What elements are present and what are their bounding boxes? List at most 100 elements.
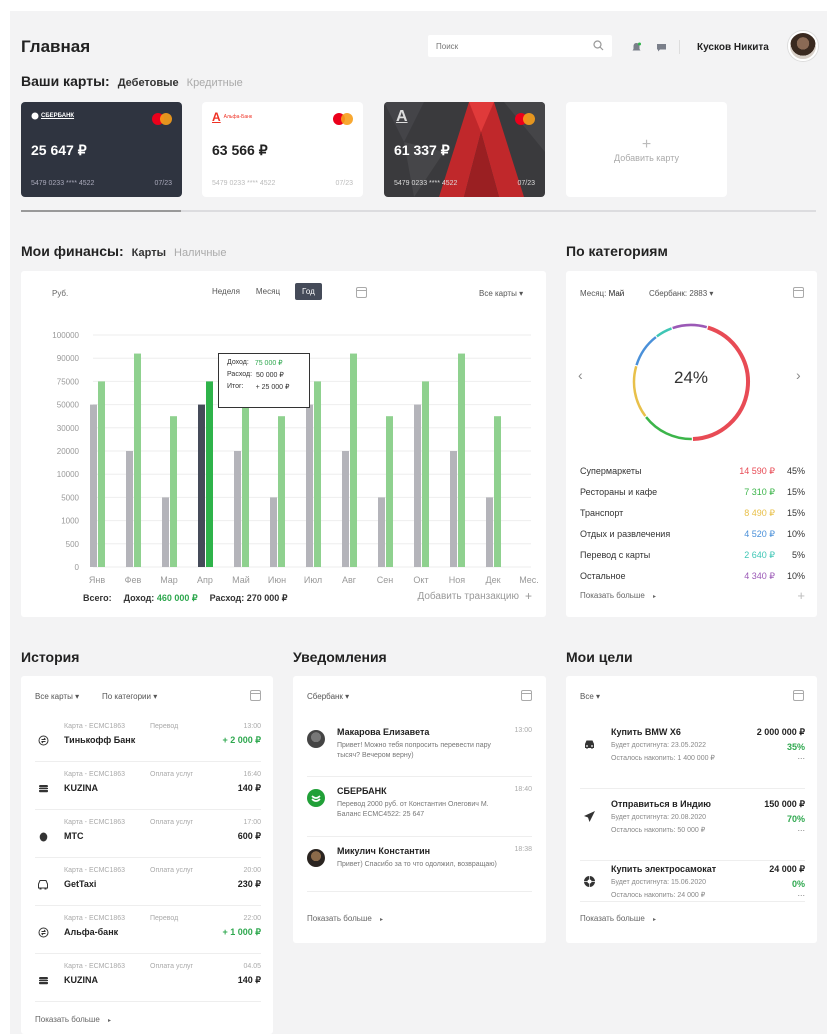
- calendar-icon[interactable]: [521, 690, 532, 701]
- notification-item[interactable]: Макарова Елизавета Привет! Можно тебя по…: [307, 727, 532, 777]
- goals-title: Мои цели: [566, 649, 633, 665]
- history-item[interactable]: Карта - ЕСМС1863 Перевод 22:00 Альфа-банк + …: [35, 910, 261, 954]
- tab-cash[interactable]: Наличные: [174, 247, 226, 259]
- category-row[interactable]: Отдых и развлечения 4 520 ₽ 10%: [580, 529, 805, 543]
- calendar-icon[interactable]: [793, 287, 804, 298]
- period-year[interactable]: Год: [295, 283, 322, 300]
- prev-arrow-icon[interactable]: ‹: [578, 367, 583, 383]
- chevron-down-icon: ▾: [75, 692, 80, 701]
- notification-item[interactable]: СБЕРБАНК Перевод 2000 руб. от Константин…: [307, 786, 532, 836]
- tab-credit[interactable]: Кредитные: [187, 77, 243, 89]
- x-tick-label: Сен: [377, 575, 394, 585]
- header-divider: [679, 40, 680, 54]
- calendar-icon[interactable]: [356, 287, 367, 298]
- history-card: Карта - ЕСМС1863: [64, 819, 126, 826]
- alfa-logo-icon: А: [396, 108, 408, 125]
- show-more-goals[interactable]: Показать больше ▸: [580, 914, 656, 923]
- period-week[interactable]: Неделя: [205, 283, 247, 300]
- more-options-icon[interactable]: ...: [797, 751, 805, 761]
- category-amount: 8 490 ₽: [744, 508, 775, 518]
- add-category-plus-icon[interactable]: +: [797, 588, 805, 603]
- category-row[interactable]: Перевод с карты 2 640 ₽ 5%: [580, 550, 805, 564]
- more-options-icon[interactable]: ...: [797, 823, 805, 833]
- cards-scrollbar-track[interactable]: [21, 210, 816, 212]
- history-amount: + 2 000 ₽: [222, 735, 261, 745]
- card-sberbank[interactable]: СБЕРБАНК 25 647 ₽ 5479 0233 **** 4522 07…: [21, 102, 182, 197]
- mastercard-icon: [515, 113, 535, 125]
- category-row[interactable]: Рестораны и кафе 7 310 ₽ 15%: [580, 487, 805, 501]
- more-options-icon[interactable]: ...: [797, 888, 805, 898]
- egg-icon: [37, 830, 49, 842]
- finances-totals: Всего: Доход: 460 000 ₽ Расход: 270 000 …: [83, 593, 288, 604]
- car-icon: [37, 878, 49, 890]
- bell-icon[interactable]: [630, 41, 642, 53]
- bar-expense: [234, 451, 241, 567]
- tab-debit[interactable]: Дебетовые: [118, 77, 179, 89]
- tab-cards[interactable]: Карты: [132, 247, 166, 259]
- history-amount: 140 ₽: [237, 975, 261, 985]
- category-percent: 15%: [786, 487, 805, 497]
- history-time: 22:00: [243, 915, 261, 922]
- notification-time: 18:38: [514, 846, 532, 853]
- next-arrow-icon[interactable]: ›: [796, 367, 801, 383]
- history-amount: 140 ₽: [237, 783, 261, 793]
- add-card-button[interactable]: + Добавить карту: [566, 102, 727, 197]
- user-name[interactable]: Кусков Никита: [697, 42, 769, 53]
- y-tick-label: 10000: [57, 470, 80, 479]
- category-amount: 4 340 ₽: [744, 571, 775, 581]
- bar-expense: [414, 404, 421, 567]
- category-row[interactable]: Остальное 4 340 ₽ 10%: [580, 571, 805, 585]
- currency-label: Руб.: [52, 289, 69, 298]
- y-tick-label: 75000: [57, 377, 80, 386]
- filter-bank-dropdown[interactable]: Сбербанк ▾: [307, 692, 349, 701]
- goal-item[interactable]: Купить BMW X6 Будет достигнута: 23.05.20…: [580, 727, 805, 789]
- cards-scrollbar-thumb[interactable]: [21, 210, 181, 212]
- goals-panel: Все ▾ Купить BMW X6 Будет достигнута: 23…: [566, 676, 817, 943]
- card-selector[interactable]: Сбербанк: 2883 ▾: [649, 289, 713, 298]
- add-transaction-button[interactable]: Добавить транзакцию +: [417, 590, 532, 602]
- goal-item[interactable]: Отправиться в Индию Будет достигнута: 20…: [580, 799, 805, 861]
- filter-category-dropdown[interactable]: По категории ▾: [102, 692, 157, 701]
- alfa-logo-icon: А: [212, 110, 221, 124]
- show-more-categories[interactable]: Показать больше ▸: [580, 591, 656, 600]
- category-row[interactable]: Транспорт 8 490 ₽ 15%: [580, 508, 805, 522]
- notification-sender: СБЕРБАНК: [337, 786, 387, 796]
- filter-goals-dropdown[interactable]: Все ▾: [580, 692, 600, 701]
- x-tick-label: Окт: [413, 575, 428, 585]
- history-item[interactable]: Карта - ЕСМС1863 Оплата услуг 04.05 KUZINA 1…: [35, 958, 261, 1002]
- bar-expense: [270, 497, 277, 567]
- x-tick-label: Мар: [160, 575, 178, 585]
- categories-panel: Месяц: Май Сбербанк: 2883 ▾ ‹ › 24% Пока…: [566, 271, 817, 617]
- scooter-wheel-icon: [582, 874, 596, 888]
- filter-cards-dropdown[interactable]: Все карты ▾: [35, 692, 79, 701]
- search-box[interactable]: [428, 35, 612, 57]
- show-more-history[interactable]: Показать больше ▸: [35, 1015, 111, 1024]
- user-avatar[interactable]: [788, 31, 818, 61]
- history-item[interactable]: Карта - ЕСМС1863 Оплата услуг 20:00 GetTaxi…: [35, 862, 261, 906]
- all-cards-dropdown[interactable]: Все карты ▾: [479, 289, 523, 298]
- period-month[interactable]: Месяц: [249, 283, 287, 300]
- calendar-icon[interactable]: [250, 690, 261, 701]
- month-selector[interactable]: Месяц: Май: [580, 289, 624, 298]
- notification-sender: Микулич Константин: [337, 846, 431, 856]
- calendar-icon[interactable]: [793, 690, 804, 701]
- search-input[interactable]: [436, 41, 576, 51]
- bar-income: [458, 353, 465, 567]
- chat-icon[interactable]: [655, 41, 667, 53]
- card-balance: 61 337 ₽: [394, 142, 450, 158]
- notification-time: 13:00: [514, 727, 532, 734]
- burger-icon: [37, 782, 49, 794]
- history-item[interactable]: Карта - ЕСМС1863 Оплата услуг 16:40 KUZINA 1…: [35, 766, 261, 810]
- total-expense-value: 270 000 ₽: [246, 593, 288, 603]
- show-more-notifications[interactable]: Показать больше ▸: [307, 914, 383, 923]
- card-alfa-premium[interactable]: А 61 337 ₽ 5479 0233 **** 4522 07/23: [384, 102, 545, 197]
- history-item[interactable]: Карта - ЕСМС1863 Оплата услуг 17:00 МТС 600 …: [35, 814, 261, 858]
- bar-income: [98, 381, 105, 567]
- notification-item[interactable]: Микулич Константин Привет) Спасибо за то…: [307, 846, 532, 896]
- search-icon[interactable]: [593, 39, 604, 53]
- y-tick-label: 1000: [61, 517, 79, 526]
- history-item[interactable]: Карта - ЕСМС1863 Перевод 13:00 Тинькофф Бан…: [35, 718, 261, 762]
- card-alfa[interactable]: А Альфа-Банк 63 566 ₽ 5479 0233 **** 452…: [202, 102, 363, 197]
- category-row[interactable]: Супермаркеты 14 590 ₽ 45%: [580, 466, 805, 480]
- donut-segment: [672, 323, 708, 330]
